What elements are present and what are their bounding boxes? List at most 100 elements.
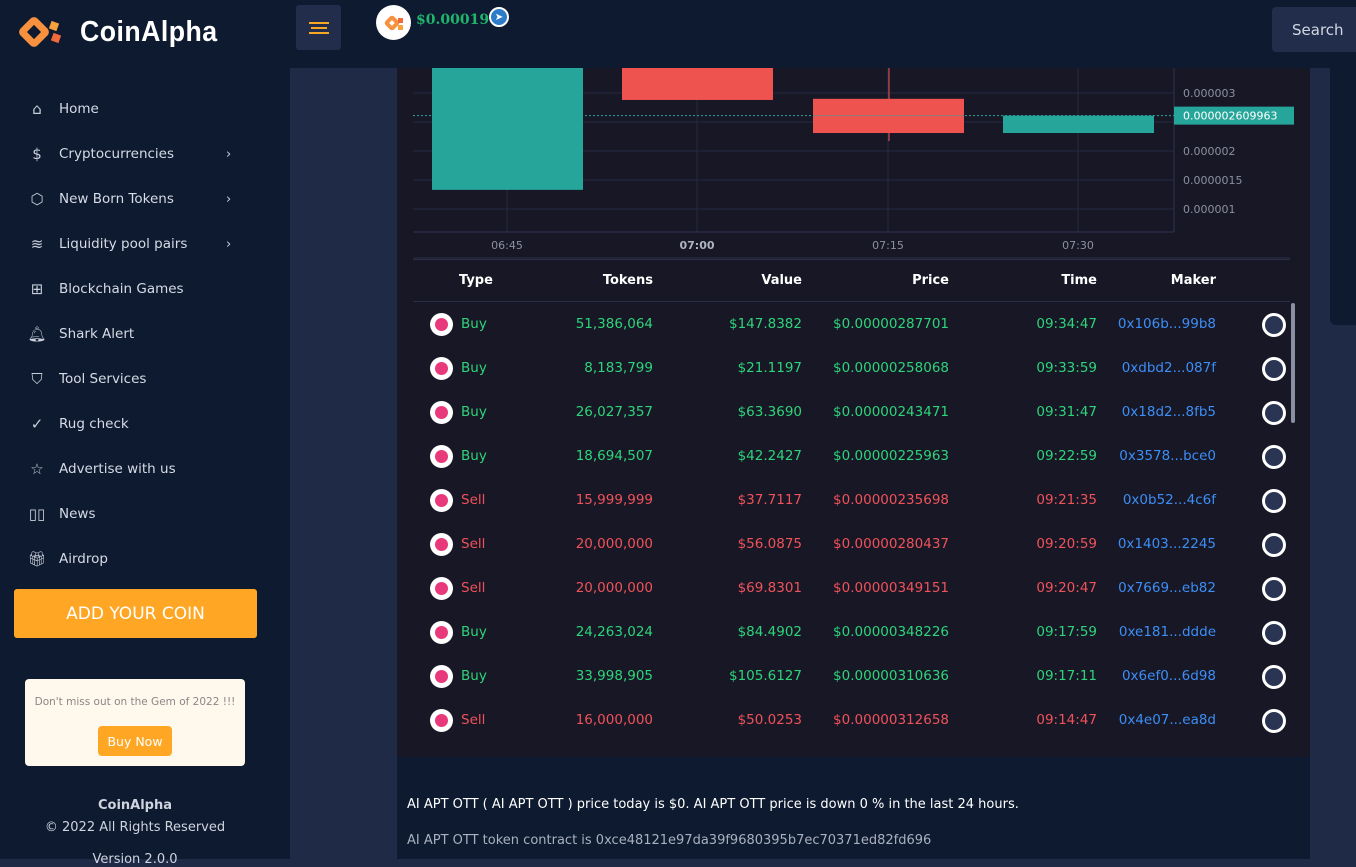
sidebar-item-cryptocurrencies[interactable]: $ Cryptocurrencies › bbox=[0, 134, 290, 174]
sidebar-item-home[interactable]: ⌂ Home bbox=[0, 89, 290, 129]
table-row[interactable]: Buy 33,998,905 $105.6127 $0.00000310636 09:1… bbox=[413, 654, 1290, 698]
chart-link-icon[interactable] bbox=[1262, 357, 1286, 381]
top-header: CoinAlpha $0.00019 ➤ Search bbox=[0, 0, 1356, 68]
trade-tokens: 15,999,999 bbox=[575, 492, 653, 508]
sidebar-item-advertise-with-us[interactable]: ☆ Advertise with us bbox=[0, 449, 290, 489]
add-your-coin-button[interactable]: ADD YOUR COIN bbox=[14, 589, 257, 638]
sidebar-item-news[interactable]: ▯▯ News bbox=[0, 494, 290, 534]
trade-time: 09:31:47 bbox=[1036, 404, 1097, 420]
trade-maker[interactable]: 0xdbd2...087f bbox=[1122, 360, 1216, 376]
chart-link-icon[interactable] bbox=[1262, 709, 1286, 733]
header-maker: Maker bbox=[1170, 273, 1216, 288]
chart-link-icon[interactable] bbox=[1262, 533, 1286, 557]
trade-value: $105.6127 bbox=[728, 668, 802, 684]
token-info: AI APT OTT ( AI APT OTT ) price today is… bbox=[397, 757, 1310, 859]
book-icon: ▯▯ bbox=[28, 505, 46, 523]
table-row[interactable]: Buy 26,027,357 $63.3690 $0.00000243471 09:31… bbox=[413, 390, 1290, 434]
chart-link-icon[interactable] bbox=[1262, 401, 1286, 425]
trade-tokens: 33,998,905 bbox=[575, 668, 653, 684]
search-button[interactable]: Search bbox=[1272, 7, 1356, 52]
y-tick-label: 0.000001 bbox=[1183, 203, 1236, 216]
logo[interactable]: CoinAlpha bbox=[16, 12, 230, 52]
y-tick-label: 0.000002 bbox=[1183, 145, 1236, 158]
trade-maker[interactable]: 0xe181...ddde bbox=[1119, 624, 1216, 640]
trade-type: Buy bbox=[461, 404, 487, 420]
trade-type: Buy bbox=[461, 360, 487, 376]
sidebar-item-label: Airdrop bbox=[59, 551, 108, 567]
promo-text: Don't miss out on the Gem of 2022 !!! bbox=[34, 696, 236, 708]
sidebar-item-label: Home bbox=[59, 101, 99, 117]
chart-link-icon[interactable] bbox=[1262, 445, 1286, 469]
trade-price: $0.00000349151 bbox=[833, 580, 949, 596]
trade-maker[interactable]: 0x4e07...ea8d bbox=[1119, 712, 1216, 728]
trade-type: Buy bbox=[461, 624, 487, 640]
coin-avatar[interactable] bbox=[376, 5, 411, 40]
sidebar-item-label: News bbox=[59, 506, 96, 522]
table-row[interactable]: Sell 20,000,000 $56.0875 $0.00000280437 09:2… bbox=[413, 522, 1290, 566]
trade-time: 09:20:47 bbox=[1036, 580, 1097, 596]
cube-icon: ⬡ bbox=[30, 190, 44, 208]
chart-link-icon[interactable] bbox=[1262, 313, 1286, 337]
header-value: Value bbox=[761, 273, 802, 288]
sidebar-item-rug-check[interactable]: ✓ Rug check bbox=[0, 404, 290, 444]
sidebar-item-new-born-tokens[interactable]: ⬡ New Born Tokens › bbox=[0, 179, 290, 219]
brand-name: CoinAlpha bbox=[80, 15, 218, 48]
dollar-icon: $ bbox=[32, 145, 42, 163]
trade-price: $0.00000287701 bbox=[833, 316, 949, 332]
table-row[interactable]: Sell 15,999,999 $37.7117 $0.00000235698 09:2… bbox=[413, 478, 1290, 522]
trade-price: $0.00000235698 bbox=[833, 492, 949, 508]
table-row[interactable]: Buy 51,386,064 $147.8382 $0.00000287701 09:3… bbox=[413, 302, 1290, 346]
buy-now-button[interactable]: Buy Now bbox=[98, 726, 172, 756]
sidebar-item-liquidity-pool-pairs[interactable]: ≋ Liquidity pool pairs › bbox=[0, 224, 290, 264]
x-tick-label: 07:00 bbox=[679, 239, 714, 252]
trade-maker[interactable]: 0x18d2...8fb5 bbox=[1122, 404, 1216, 420]
chart-link-icon[interactable] bbox=[1262, 621, 1286, 645]
gift-icon: 🎁︎ bbox=[27, 550, 47, 568]
coin-logo-icon bbox=[384, 15, 403, 30]
trade-maker[interactable]: 0x0b52...4c6f bbox=[1123, 492, 1216, 508]
chart-link-icon[interactable] bbox=[1262, 489, 1286, 513]
trade-maker[interactable]: 0x6ef0...6d98 bbox=[1122, 668, 1216, 684]
trade-value: $63.3690 bbox=[737, 404, 802, 420]
token-icon bbox=[430, 621, 453, 644]
sidebar-item-label: Advertise with us bbox=[59, 461, 176, 477]
token-icon bbox=[430, 489, 453, 512]
home-icon: ⌂ bbox=[32, 100, 42, 118]
table-row[interactable]: Sell 16,000,000 $50.0253 $0.00000312658 09:1… bbox=[413, 698, 1290, 742]
trade-maker[interactable]: 0x1403...2245 bbox=[1118, 536, 1216, 552]
sidebar-item-shark-alert[interactable]: 🔔︎ Shark Alert bbox=[0, 314, 290, 354]
sidebar-item-tool-services[interactable]: ⛉ Tool Services bbox=[0, 359, 290, 399]
right-card bbox=[1330, 68, 1356, 325]
trade-maker[interactable]: 0x3578...bce0 bbox=[1119, 448, 1216, 464]
chart-link-icon[interactable] bbox=[1262, 577, 1286, 601]
token-icon bbox=[430, 401, 453, 424]
header-price: Price bbox=[912, 273, 949, 288]
trade-value: $42.2427 bbox=[737, 448, 802, 464]
table-row[interactable]: Buy 8,183,799 $21.1197 $0.00000258068 09:33:… bbox=[413, 346, 1290, 390]
sidebar-item-airdrop[interactable]: 🎁︎ Airdrop bbox=[0, 539, 290, 579]
trade-tokens: 18,694,507 bbox=[575, 448, 653, 464]
chevron-right-icon: › bbox=[226, 191, 232, 207]
x-tick-label: 06:45 bbox=[491, 239, 523, 252]
trade-value: $69.8301 bbox=[737, 580, 802, 596]
trade-tokens: 51,386,064 bbox=[575, 316, 653, 332]
chart-link-icon[interactable] bbox=[1262, 665, 1286, 689]
trade-tokens: 8,183,799 bbox=[584, 360, 653, 376]
sidebar-item-blockchain-games[interactable]: ⊞ Blockchain Games bbox=[0, 269, 290, 309]
telegram-icon[interactable]: ➤ bbox=[489, 7, 509, 27]
table-scrollbar[interactable] bbox=[1291, 303, 1295, 423]
table-row[interactable]: Buy 18,694,507 $42.2427 $0.00000225963 09:22… bbox=[413, 434, 1290, 478]
table-row[interactable]: Buy 24,263,024 $84.4902 $0.00000348226 09:17… bbox=[413, 610, 1290, 654]
price-chart[interactable]: 0.000003 0.000002 0.0000015 0.000001 06:45 07… bbox=[397, 68, 1310, 260]
footer-brand: CoinAlpha bbox=[97, 798, 173, 813]
x-tick-label: 07:15 bbox=[872, 239, 904, 252]
trade-time: 09:17:59 bbox=[1036, 624, 1097, 640]
table-row[interactable]: Sell 20,000,000 $69.8301 $0.00000349151 09:2… bbox=[413, 566, 1290, 610]
sidebar-item-label: New Born Tokens bbox=[59, 191, 174, 207]
header-time: Time bbox=[1061, 273, 1097, 288]
menu-toggle-button[interactable] bbox=[296, 5, 341, 50]
trade-maker[interactable]: 0x106b...99b8 bbox=[1118, 316, 1216, 332]
trade-maker[interactable]: 0x7669...eb82 bbox=[1118, 580, 1216, 596]
trade-type: Buy bbox=[461, 448, 487, 464]
trade-tokens: 24,263,024 bbox=[575, 624, 653, 640]
